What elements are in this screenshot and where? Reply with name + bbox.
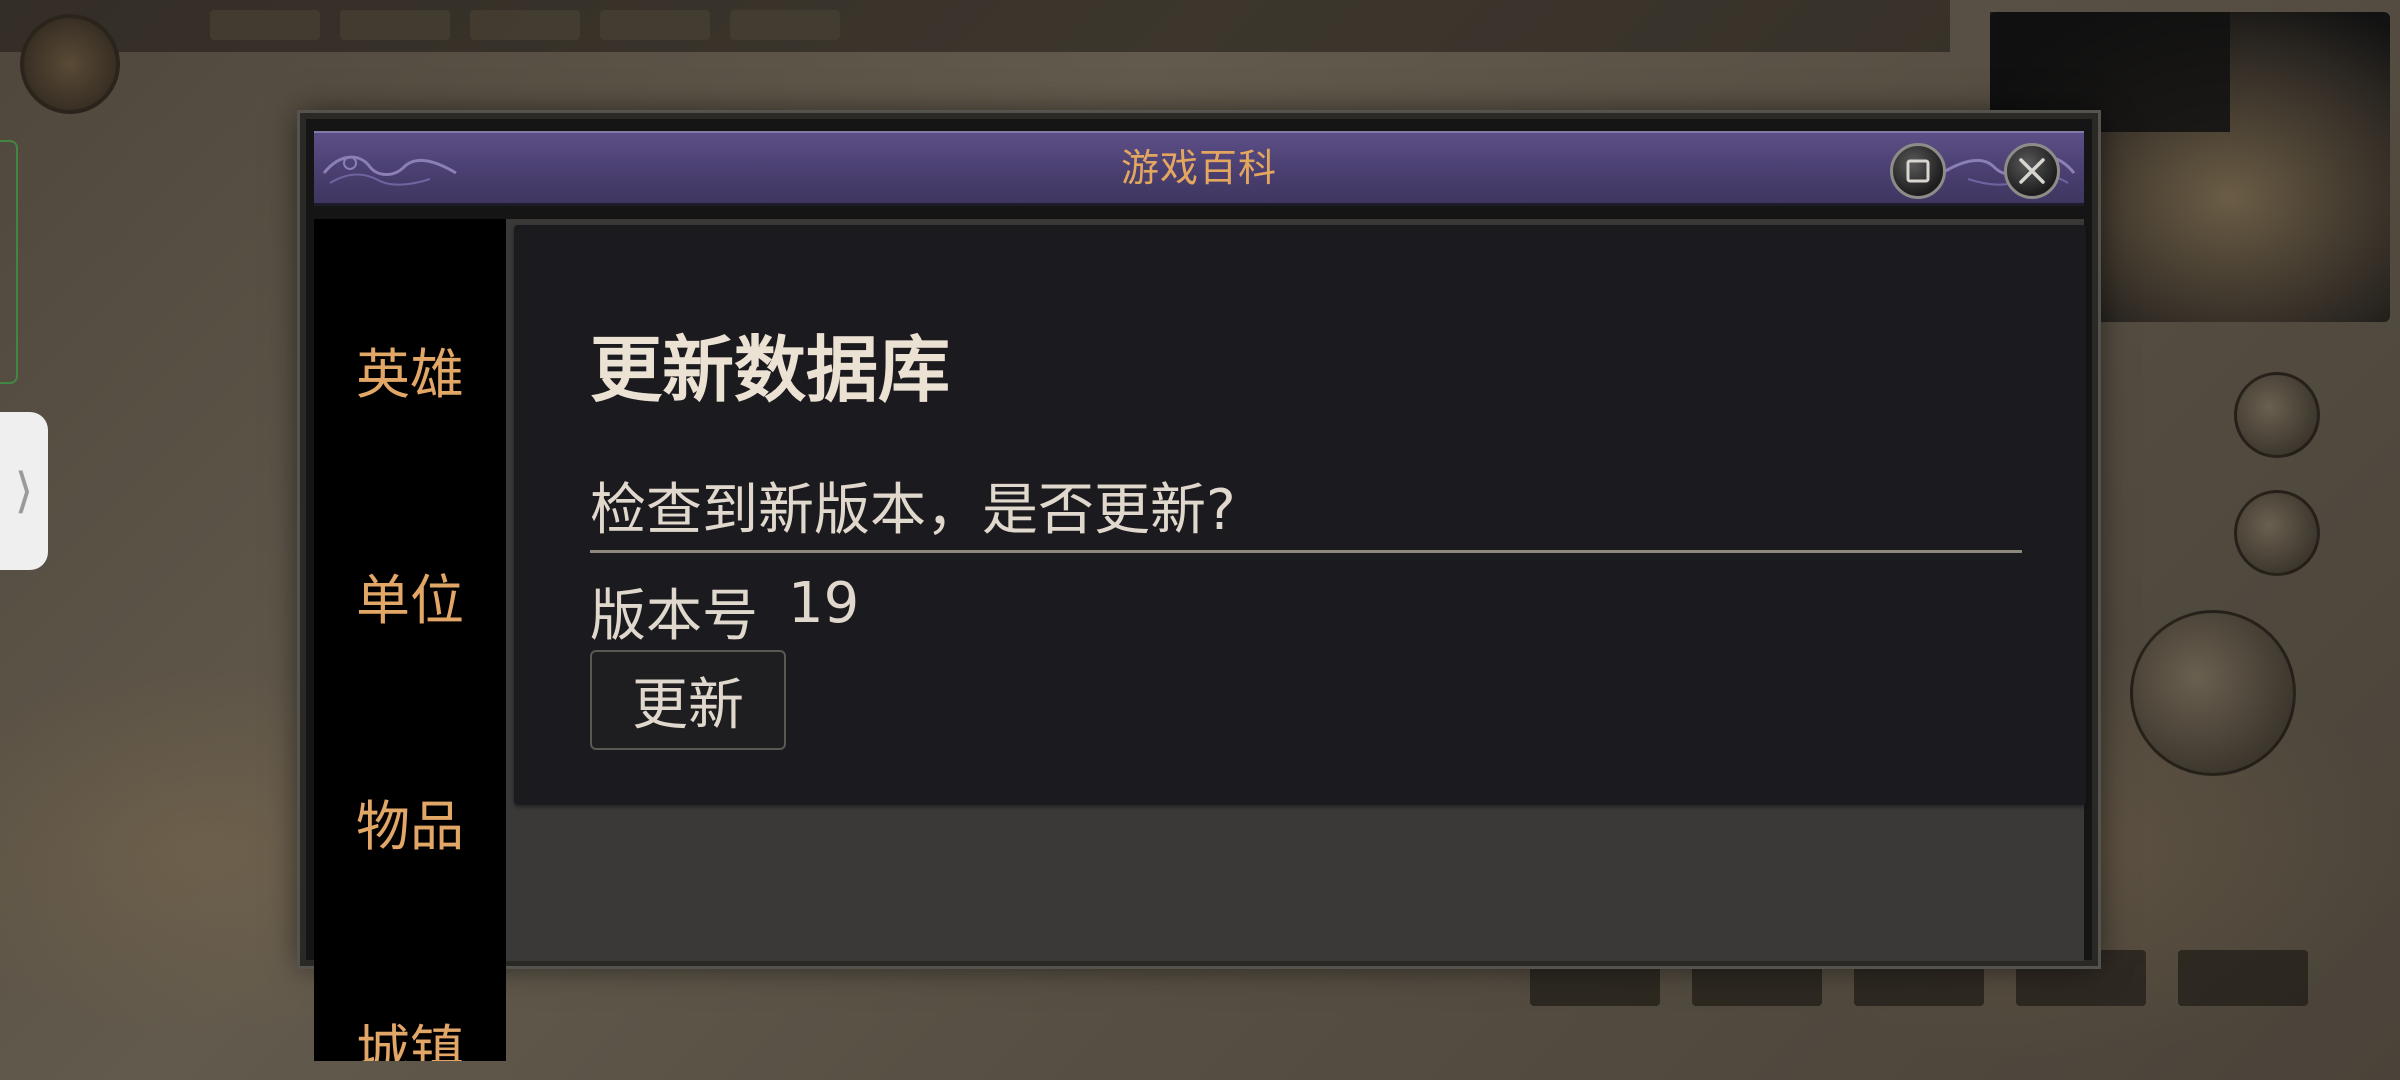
version-row: 版本号 19: [590, 571, 859, 652]
card-title: 更新数据库: [590, 328, 951, 412]
encyclopedia-dialog: 游戏百科 英雄 单位 物品 城镇 更新数据库 检查到新版本，是否更新? 版本号 …: [300, 113, 2098, 1061]
background-round-button: [2234, 490, 2320, 576]
dialog-title: 游戏百科: [1120, 146, 1277, 190]
close-button[interactable]: [2004, 143, 2060, 199]
background-top-slot: [730, 10, 840, 40]
divider: [590, 550, 2022, 553]
background-left-panel-edge: [0, 140, 18, 384]
background-hero-portrait: [20, 14, 120, 114]
background-bottom-slot: [2178, 950, 2308, 1006]
sidebar-item-towns[interactable]: 城镇: [314, 1019, 506, 1061]
close-icon: [2019, 158, 2045, 184]
background-top-slot: [470, 10, 580, 40]
content-area: 更新数据库 检查到新版本，是否更新? 版本号 19 更新: [506, 219, 2086, 961]
version-value: 19: [788, 571, 860, 636]
dialog-title-bar: 游戏百科: [314, 131, 2084, 206]
maximize-button[interactable]: [1890, 143, 1946, 199]
game-screen: ⟩ 游戏百科 英雄 单位 物品 城镇 更新数据库 检查到新版本，是否更新? 版本…: [0, 0, 2400, 1080]
version-label: 版本号: [590, 584, 758, 649]
update-prompt: 检查到新版本，是否更新?: [590, 478, 1236, 543]
update-database-card: 更新数据库 检查到新版本，是否更新? 版本号 19 更新: [514, 225, 2086, 805]
sidebar-item-heroes[interactable]: 英雄: [314, 343, 506, 407]
chevron-right-icon: ⟩: [14, 463, 34, 519]
background-top-slot: [600, 10, 710, 40]
sidebar-item-units[interactable]: 单位: [314, 569, 506, 633]
side-pull-tab[interactable]: ⟩: [0, 412, 48, 570]
background-top-bar: [0, 0, 1950, 52]
background-top-slot: [210, 10, 320, 40]
update-button[interactable]: 更新: [590, 650, 786, 750]
category-sidebar: 英雄 单位 物品 城镇: [314, 219, 506, 1061]
background-top-slot: [340, 10, 450, 40]
maximize-icon: [1906, 159, 1930, 183]
sidebar-item-items[interactable]: 物品: [314, 795, 506, 859]
background-round-button: [2130, 610, 2296, 776]
background-round-button: [2234, 372, 2320, 458]
